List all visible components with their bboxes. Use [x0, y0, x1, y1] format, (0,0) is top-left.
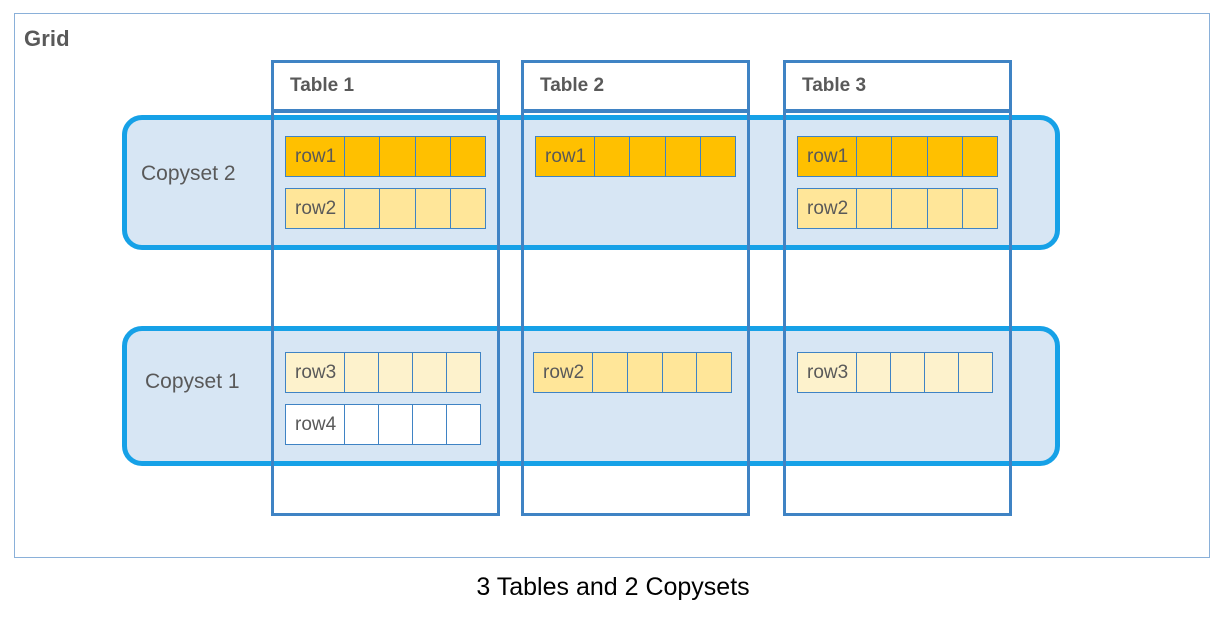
figure-caption: 3 Tables and 2 Copysets	[476, 573, 750, 601]
row-cell-t1-copyset1-row4[interactable]: row4	[285, 404, 485, 445]
row-segment-cell	[449, 188, 486, 229]
table-header-3[interactable]: Table 3	[783, 60, 1012, 112]
row-segment-cell	[446, 352, 481, 393]
row-segment-cell	[958, 352, 993, 393]
row-segment-cell	[661, 352, 698, 393]
row-segment-cell	[414, 188, 451, 229]
row-segment-cell	[378, 404, 413, 445]
row-segment-cell	[856, 352, 891, 393]
row-segment-cell	[379, 136, 416, 177]
row-segment-cell	[891, 136, 928, 177]
row-segment-cell	[446, 404, 481, 445]
copyset-2-label: Copyset 2	[141, 162, 236, 185]
row-segment-cell	[344, 352, 379, 393]
row-label-cell: row2	[533, 352, 593, 393]
diagram-canvas: Grid Table 1 Table 2 Table 3 Copyset 2 C…	[0, 0, 1226, 634]
row-cell-t1-copyset1-row3[interactable]: row3	[285, 352, 485, 393]
row-segment-cell	[344, 136, 381, 177]
row-label-cell: row1	[797, 136, 857, 177]
row-label-cell: row1	[535, 136, 595, 177]
row-label-cell: row2	[285, 188, 345, 229]
row-segment-cell	[594, 136, 631, 177]
row-segment-cell	[629, 136, 666, 177]
row-segment-cell	[961, 136, 998, 177]
row-label-cell: row1	[285, 136, 345, 177]
table-header-1[interactable]: Table 1	[271, 60, 500, 112]
row-segment-cell	[344, 404, 379, 445]
row-segment-cell	[924, 352, 959, 393]
row-cell-t1-copyset2-row1[interactable]: row1	[285, 136, 490, 177]
row-segment-cell	[379, 188, 416, 229]
row-segment-cell	[449, 136, 486, 177]
row-label-cell: row2	[797, 188, 857, 229]
row-segment-cell	[664, 136, 701, 177]
table-header-2[interactable]: Table 2	[521, 60, 750, 112]
row-cell-t3-copyset1-row3[interactable]: row3	[797, 352, 997, 393]
row-cell-t2-copyset1-row2[interactable]: row2	[533, 352, 736, 393]
row-cell-t2-copyset2-row1[interactable]: row1	[535, 136, 740, 177]
row-cell-t3-copyset2-row2[interactable]: row2	[797, 188, 1002, 229]
row-cell-t3-copyset2-row1[interactable]: row1	[797, 136, 1002, 177]
row-segment-cell	[891, 188, 928, 229]
row-segment-cell	[344, 188, 381, 229]
table-header-3-label: Table 3	[802, 75, 867, 96]
row-segment-cell	[856, 136, 893, 177]
row-label-cell: row3	[797, 352, 857, 393]
row-segment-cell	[926, 136, 963, 177]
row-label-cell: row3	[285, 352, 345, 393]
table-header-2-label: Table 2	[540, 75, 605, 96]
row-cell-t1-copyset2-row2[interactable]: row2	[285, 188, 490, 229]
copyset-1-label: Copyset 1	[145, 370, 240, 393]
row-segment-cell	[699, 136, 736, 177]
row-label-cell: row4	[285, 404, 345, 445]
row-segment-cell	[926, 188, 963, 229]
row-segment-cell	[592, 352, 628, 393]
row-segment-cell	[890, 352, 925, 393]
row-segment-cell	[378, 352, 413, 393]
table-header-1-label: Table 1	[290, 75, 355, 96]
row-segment-cell	[696, 352, 732, 393]
row-segment-cell	[626, 352, 663, 393]
row-segment-cell	[412, 352, 447, 393]
row-segment-cell	[961, 188, 998, 229]
row-segment-cell	[412, 404, 447, 445]
row-segment-cell	[414, 136, 451, 177]
grid-title: Grid	[24, 26, 70, 51]
row-segment-cell	[856, 188, 893, 229]
